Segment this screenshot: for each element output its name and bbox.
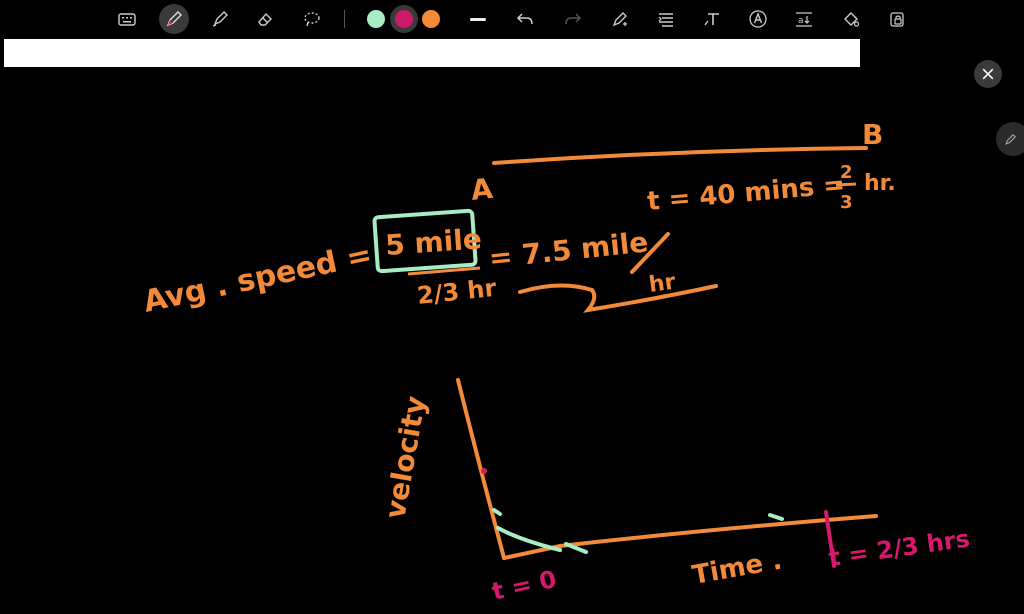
avg-speed-label: Avg . speed = [140,237,375,320]
result-value: = 7.5 mile [487,225,649,275]
time-frac-den: 3 [840,192,853,213]
velocity-axis-label: velocity [378,393,432,521]
time-frac-num: 2 [840,162,853,183]
denominator: 2/3 hr [416,274,498,310]
drawing-canvas[interactable]: A B t = 40 mins = 2 3 hr. Avg . speed = … [0,0,1024,614]
label-b: B [862,118,883,151]
t-end-label: t = 2/3 hrs [827,524,972,571]
squiggle-underline [518,283,718,313]
t-zero-label: t = 0 [489,565,558,606]
velocity-axis [456,378,506,560]
time-axis-label: Time . [690,546,784,591]
distance-value: 5 mile [384,222,483,262]
time-hr: hr. [864,171,896,196]
time-axis-tick [768,513,784,521]
velocity-curve-mint [492,508,588,554]
time-frac-bar [835,182,857,187]
time-equation: t = 40 mins = [646,170,846,217]
label-a: A [469,172,494,207]
velocity-start-dot [481,468,487,474]
segment-ab-line [492,146,868,165]
